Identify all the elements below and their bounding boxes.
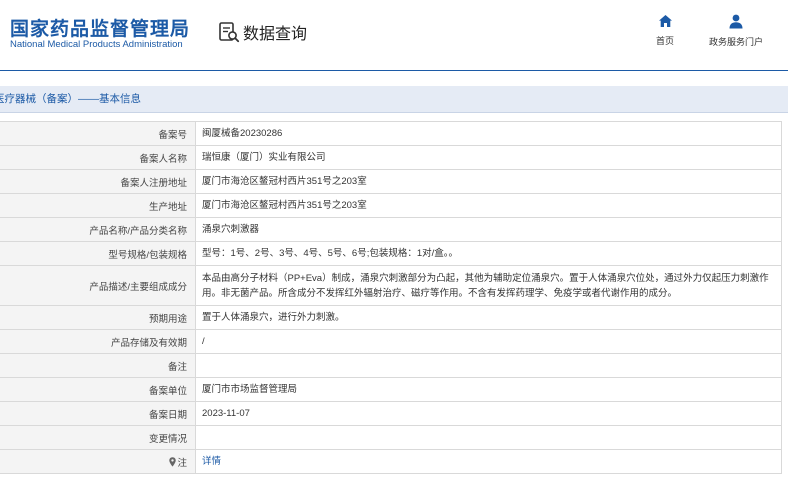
location-pin-icon — [169, 456, 177, 467]
row-label: 产品名称/产品分类名称 — [0, 217, 196, 242]
site-header: 国家药品监督管理局 National Medical Products Admi… — [0, 0, 788, 71]
row-value: 闽厦械备20230286 — [195, 121, 782, 146]
data-query-heading: 数据查询 — [218, 20, 307, 44]
row-label: 注 — [177, 457, 187, 469]
table-row: 备案单位 厦门市市场监督管理局 — [0, 377, 782, 402]
row-value: 型号：1号、2号、3号、4号、5号、6号;包装规格：1对/盒。。 — [195, 241, 782, 266]
site-logo-subtitle: National Medical Products Administration — [10, 39, 183, 50]
note-label-cell: 注 — [0, 449, 196, 474]
row-label: 变更情况 — [0, 425, 196, 450]
table-row: 变更情况 — [0, 425, 782, 450]
row-label: 备案人注册地址 — [0, 169, 196, 194]
table-row: 备案日期 2023-11-07 — [0, 401, 782, 426]
table-row: 备案人注册地址 厦门市海沧区鳌冠村西片351号之203室 — [0, 169, 782, 194]
table-row: 注 详情 — [0, 449, 782, 474]
table-row: 备案号 闽厦械备20230286 — [0, 121, 782, 146]
row-value: 本品由高分子材料（PP+Eva）制成，涌泉穴刺激部分为凸起，其他为辅助定位涌泉穴… — [195, 265, 782, 306]
row-value: 置于人体涌泉穴，进行外力刺激。 — [195, 305, 782, 330]
row-value: 厦门市市场监督管理局 — [195, 377, 782, 402]
row-value: 2023-11-07 — [195, 401, 782, 426]
row-value: 涌泉穴刺激器 — [195, 217, 782, 242]
row-label: 备案人名称 — [0, 145, 196, 170]
row-value: 厦门市海沧区鳌冠村西片351号之203室 — [195, 169, 782, 194]
row-value — [195, 353, 782, 378]
row-label: 产品描述/主要组成成分 — [0, 265, 196, 306]
row-label: 备案日期 — [0, 401, 196, 426]
section-title: 医疗器械（备案）——基本信息 — [0, 93, 141, 105]
row-label: 型号规格/包装规格 — [0, 241, 196, 266]
row-label: 生产地址 — [0, 193, 196, 218]
row-value: / — [195, 329, 782, 354]
home-icon — [658, 15, 672, 27]
site-logo-title[interactable]: 国家药品监督管理局 — [10, 14, 190, 41]
nav-home-label: 首页 — [655, 36, 674, 46]
record-detail-table: 备案号 闽厦械备20230286 备案人名称 瑞恒康（厦门）实业有限公司 备案人… — [0, 121, 782, 474]
row-value — [195, 425, 782, 450]
nav-portal-link[interactable]: 政务服务门户 — [702, 14, 770, 48]
table-row: 备注 — [0, 353, 782, 378]
table-row: 预期用途 置于人体涌泉穴，进行外力刺激。 — [0, 305, 782, 330]
row-label: 备案单位 — [0, 377, 196, 402]
table-row: 产品存储及有效期 / — [0, 329, 782, 354]
row-value: 详情 — [195, 449, 782, 474]
row-value: 厦门市海沧区鳌冠村西片351号之203室 — [195, 193, 782, 218]
data-query-label: 数据查询 — [243, 26, 308, 43]
table-row: 备案人名称 瑞恒康（厦门）实业有限公司 — [0, 145, 782, 170]
table-row: 生产地址 厦门市海沧区鳌冠村西片351号之203室 — [0, 193, 782, 218]
table-row: 产品描述/主要组成成分 本品由高分子材料（PP+Eva）制成，涌泉穴刺激部分为凸… — [0, 265, 782, 306]
document-search-icon — [219, 22, 240, 43]
row-label: 产品存储及有效期 — [0, 329, 196, 354]
row-label: 预期用途 — [0, 305, 196, 330]
details-link[interactable]: 详情 — [202, 456, 221, 467]
row-label: 备注 — [0, 353, 196, 378]
user-icon — [729, 14, 743, 29]
nav-home-link[interactable]: 首页 — [652, 14, 678, 47]
table-row: 型号规格/包装规格 型号：1号、2号、3号、4号、5号、6号;包装规格：1对/盒… — [0, 241, 782, 266]
header-divider — [0, 70, 788, 71]
row-label: 备案号 — [0, 121, 196, 146]
section-header: 医疗器械（备案）——基本信息 — [0, 86, 788, 113]
row-value: 瑞恒康（厦门）实业有限公司 — [195, 145, 782, 170]
nav-portal-label: 政务服务门户 — [708, 37, 763, 47]
table-row: 产品名称/产品分类名称 涌泉穴刺激器 — [0, 217, 782, 242]
